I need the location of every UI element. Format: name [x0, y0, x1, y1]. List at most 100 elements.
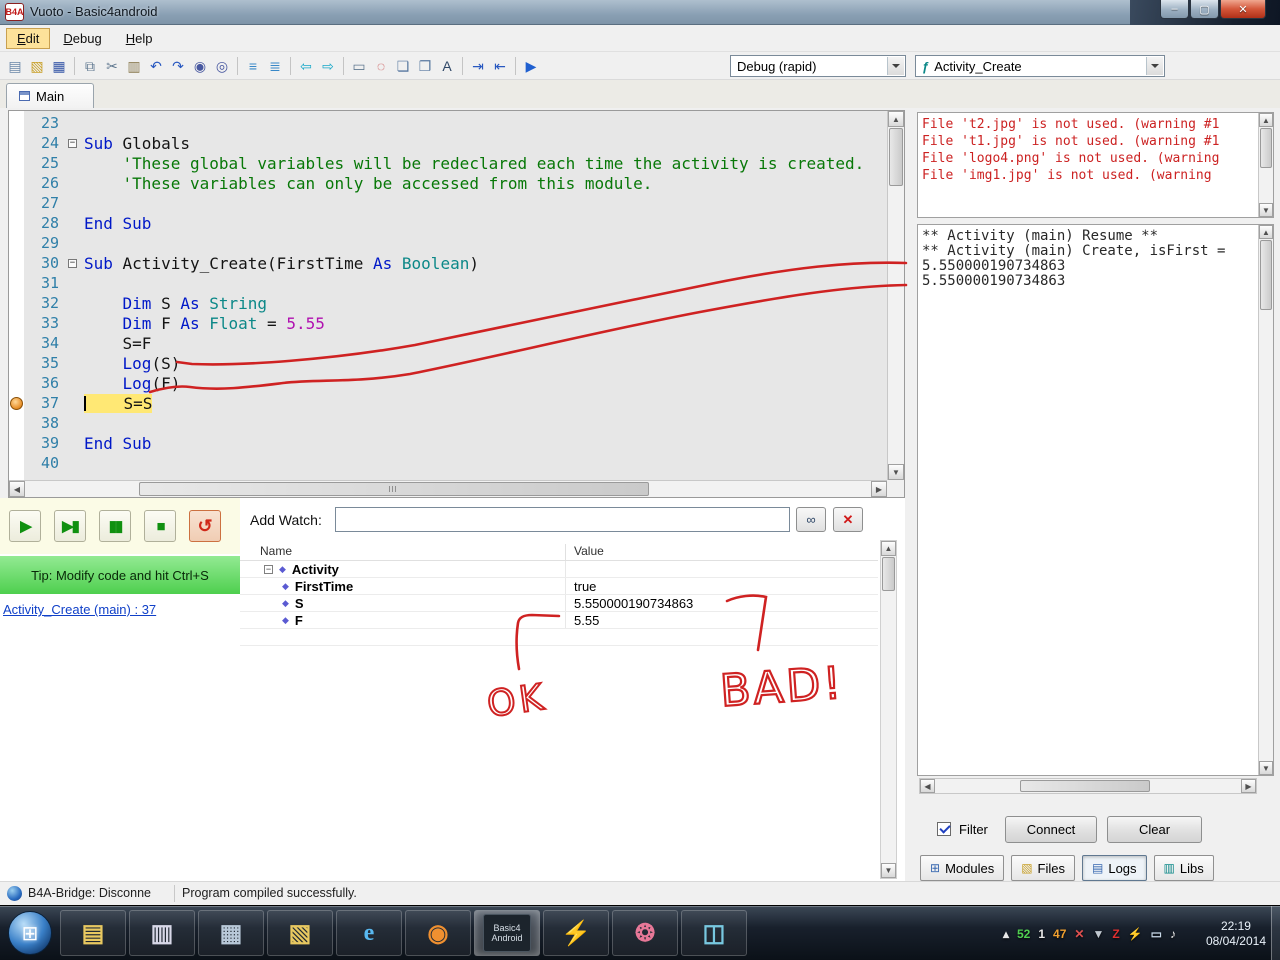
scrollbar-thumb[interactable]: [882, 557, 895, 591]
redo-icon[interactable]: ↷: [167, 55, 189, 77]
clear-button[interactable]: Clear: [1107, 816, 1202, 843]
scrollbar-thumb[interactable]: [1020, 780, 1150, 792]
chevron-down-icon[interactable]: [1146, 57, 1163, 75]
code-editor[interactable]: 23 24− Sub Globals 25 'These global variabl…: [8, 110, 905, 498]
code-line-40[interactable]: 40: [24, 453, 887, 473]
filter-checkbox[interactable]: [937, 822, 951, 836]
fold-toggle[interactable]: −: [68, 258, 84, 268]
menu-help[interactable]: Help: [115, 28, 164, 49]
scroll-down-icon[interactable]: ▼: [881, 863, 896, 878]
scroll-left-icon[interactable]: ◀: [9, 481, 25, 497]
tab-libs[interactable]: ▥ Libs: [1153, 855, 1214, 881]
find-icon[interactable]: ◉: [189, 55, 211, 77]
start-button[interactable]: ⊞: [8, 911, 52, 955]
scroll-left-icon[interactable]: ◀: [920, 779, 935, 793]
code-line-27[interactable]: 27: [24, 193, 887, 213]
find-next-icon[interactable]: ◎: [211, 55, 233, 77]
taskbar-internet-explorer[interactable]: e: [336, 910, 402, 956]
undo-icon[interactable]: ↶: [145, 55, 167, 77]
tray-antivirus[interactable]: Z: [1112, 927, 1119, 941]
open-file-icon[interactable]: ▧: [26, 55, 48, 77]
close-button[interactable]: ✕: [1220, 0, 1266, 19]
code-line-31[interactable]: 31: [24, 273, 887, 293]
maximize-button[interactable]: ▢: [1190, 0, 1219, 19]
code-line-24[interactable]: 24− Sub Globals: [24, 133, 887, 153]
select-rectangle-icon[interactable]: ▭: [348, 55, 370, 77]
collapse-icon[interactable]: −: [68, 258, 77, 268]
code-line-39[interactable]: 39 End Sub: [24, 433, 887, 453]
sort-descending-icon[interactable]: ≣: [264, 55, 286, 77]
watch-row-firsttime[interactable]: ◆ FirstTime true: [240, 578, 878, 595]
tray-display[interactable]: ▭: [1151, 927, 1162, 941]
scroll-up-icon[interactable]: ▲: [1259, 225, 1273, 239]
code-line-32[interactable]: 32 Dim S As String: [24, 293, 887, 313]
scroll-down-icon[interactable]: ▼: [1259, 761, 1273, 775]
tray-meter-green[interactable]: 52: [1017, 927, 1030, 941]
code-line-30[interactable]: 30− Sub Activity_Create(FirstTime As Bool…: [24, 253, 887, 273]
log-scrollbar[interactable]: ▲ ▼: [1258, 225, 1273, 775]
debug-mode-select[interactable]: Debug (rapid): [730, 55, 906, 77]
scroll-down-icon[interactable]: ▼: [1259, 203, 1273, 217]
tab-main[interactable]: Main: [6, 83, 94, 108]
editor-horizontal-scrollbar[interactable]: ◀ ▶: [9, 480, 887, 497]
taskbar-designer[interactable]: ⚡: [543, 910, 609, 956]
tray-bridge[interactable]: ⚡: [1128, 927, 1143, 941]
taskbar-clock[interactable]: 22:19 08/04/2014: [1206, 919, 1266, 949]
copy-icon[interactable]: ⧉: [79, 55, 101, 77]
log-horizontal-scrollbar[interactable]: ◀ ▶: [919, 778, 1257, 794]
tray-meter-orange[interactable]: 47: [1053, 927, 1066, 941]
chevron-down-icon[interactable]: [887, 57, 904, 75]
editor-vertical-scrollbar[interactable]: ▲ ▼: [887, 111, 904, 480]
zoom-icon[interactable]: ◌: [370, 55, 392, 77]
indent-icon[interactable]: ⇥: [467, 55, 489, 77]
stop-button[interactable]: ■: [144, 510, 176, 542]
code-line-38[interactable]: 38: [24, 413, 887, 433]
font-tool-icon[interactable]: A: [436, 55, 458, 77]
run-button[interactable]: ▶: [9, 510, 41, 542]
taskbar-photo-viewer[interactable]: ◫: [681, 910, 747, 956]
menu-debug[interactable]: Debug: [52, 28, 112, 49]
scroll-right-icon[interactable]: ▶: [871, 481, 887, 497]
taskbar-basic4android[interactable]: Basic4 Android: [474, 910, 540, 956]
collapse-icon[interactable]: −: [68, 138, 77, 148]
sort-ascending-icon[interactable]: ≡: [242, 55, 264, 77]
code-line-35[interactable]: 35 Log(S): [24, 353, 887, 373]
current-position-link[interactable]: Activity_Create (main) : 37: [3, 602, 156, 617]
navigate-back-icon[interactable]: ⇦: [295, 55, 317, 77]
paste-icon[interactable]: ▥: [123, 55, 145, 77]
code-line-25[interactable]: 25 'These global variables will be redec…: [24, 153, 887, 173]
taskbar-calculator[interactable]: ▦: [198, 910, 264, 956]
scroll-up-icon[interactable]: ▲: [881, 541, 896, 556]
scroll-up-icon[interactable]: ▲: [1259, 113, 1273, 127]
step-button[interactable]: ▶▮: [54, 510, 86, 542]
tray-hidden-icons[interactable]: ▴: [1003, 927, 1009, 941]
scrollbar-thumb[interactable]: [889, 128, 903, 186]
find-watch-button[interactable]: ∞: [796, 507, 826, 532]
expander-icon[interactable]: −: [264, 564, 273, 574]
new-file-icon[interactable]: ▤: [4, 55, 26, 77]
scrollbar-thumb[interactable]: [1260, 128, 1272, 168]
restart-button[interactable]: ↺: [189, 510, 221, 542]
code-line-29[interactable]: 29: [24, 233, 887, 253]
code-line-36[interactable]: 36 Log(F): [24, 373, 887, 393]
code-line-23[interactable]: 23: [24, 113, 887, 133]
code-line-37[interactable]: 37 S=S: [24, 393, 887, 413]
tab-modules[interactable]: ⊞ Modules: [920, 855, 1005, 881]
run-icon[interactable]: ▶: [520, 55, 542, 77]
warnings-scrollbar[interactable]: ▲ ▼: [1258, 113, 1273, 217]
save-file-icon[interactable]: ▦: [48, 55, 70, 77]
navigate-forward-icon[interactable]: ⇨: [317, 55, 339, 77]
code-line-33[interactable]: 33 Dim F As Float = 5.55: [24, 313, 887, 333]
module-select[interactable]: ƒ Activity_Create: [915, 55, 1165, 77]
tray-update[interactable]: ▼: [1092, 927, 1104, 941]
scroll-up-icon[interactable]: ▲: [888, 111, 904, 127]
watch-row-activity[interactable]: − ◆ Activity: [240, 561, 878, 578]
add-watch-input[interactable]: [335, 507, 790, 532]
code-line-34[interactable]: 34 S=F: [24, 333, 887, 353]
remove-watch-button[interactable]: ✕: [833, 507, 863, 532]
tray-action-center[interactable]: ✕: [1074, 927, 1084, 941]
tab-logs[interactable]: ▤ Logs: [1082, 855, 1147, 881]
uncomment-icon[interactable]: ❐: [414, 55, 436, 77]
taskbar-libraries[interactable]: ▤: [60, 910, 126, 956]
code-line-26[interactable]: 26 'These variables can only be accessed…: [24, 173, 887, 193]
